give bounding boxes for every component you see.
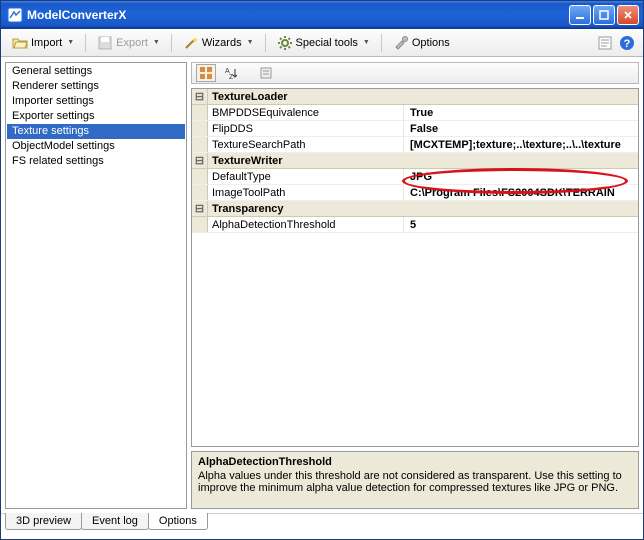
maximize-button[interactable] — [593, 5, 615, 25]
prop-value[interactable]: JPG — [404, 169, 638, 184]
page-icon[interactable] — [597, 35, 613, 51]
wand-icon — [183, 35, 199, 51]
categorized-view-button[interactable] — [196, 64, 216, 82]
sidebar-item-exporter[interactable]: Exporter settings — [7, 109, 185, 124]
special-tools-button[interactable]: Special tools ▼ — [270, 32, 377, 54]
save-icon — [97, 35, 113, 51]
chevron-down-icon: ▼ — [363, 39, 370, 46]
prop-value[interactable]: True — [404, 105, 638, 120]
tab-3d-preview[interactable]: 3D preview — [5, 513, 82, 530]
category-transparency[interactable]: ⊟ Transparency — [192, 201, 638, 217]
sidebar-item-objectmodel[interactable]: ObjectModel settings — [7, 139, 185, 154]
description-title: AlphaDetectionThreshold — [198, 456, 632, 468]
alphabetical-view-button[interactable]: A Z — [220, 64, 240, 82]
prop-value[interactable]: C:\Program Files\FS2004SDK\TERRAIN — [404, 185, 638, 200]
prop-key: TextureSearchPath — [208, 137, 404, 152]
sidebar-item-fsrelated[interactable]: FS related settings — [7, 154, 185, 169]
chevron-down-icon: ▼ — [153, 39, 160, 46]
description-body: Alpha values under this threshold are no… — [198, 470, 632, 494]
prop-key: ImageToolPath — [208, 185, 404, 200]
chevron-down-icon: ▼ — [247, 39, 254, 46]
bottom-tab-strip: 3D preview Event log Options — [1, 513, 643, 537]
chevron-down-icon: ▼ — [67, 39, 74, 46]
property-pages-button[interactable] — [256, 64, 276, 82]
prop-row[interactable]: TextureSearchPath [MCXTEMP];texture;..\t… — [192, 137, 638, 153]
tab-event-log[interactable]: Event log — [81, 513, 149, 530]
sidebar-item-renderer[interactable]: Renderer settings — [7, 79, 185, 94]
toolbar: Import ▼ Export ▼ Wizards ▼ Special tool… — [1, 29, 643, 57]
prop-row[interactable]: AlphaDetectionThreshold 5 — [192, 217, 638, 233]
app-icon — [7, 7, 23, 23]
sidebar-item-importer[interactable]: Importer settings — [7, 94, 185, 109]
prop-value[interactable]: [MCXTEMP];texture;..\texture;..\..\textu… — [404, 137, 638, 152]
svg-text:?: ? — [624, 38, 631, 50]
window-title: ModelConverterX — [27, 8, 126, 22]
property-grid-panel: A Z ⊟ TextureLoader BMPDDSEqui — [191, 62, 639, 509]
export-button[interactable]: Export ▼ — [90, 32, 167, 54]
options-button[interactable]: Options — [386, 32, 457, 54]
prop-row[interactable]: ImageToolPath C:\Program Files\FS2004SDK… — [192, 185, 638, 201]
sidebar-item-general[interactable]: General settings — [7, 64, 185, 79]
settings-category-list[interactable]: General settings Renderer settings Impor… — [5, 62, 187, 509]
gear-icon — [277, 35, 293, 51]
wizards-button[interactable]: Wizards ▼ — [176, 32, 261, 54]
collapse-icon[interactable]: ⊟ — [192, 89, 208, 104]
tools-icon — [393, 35, 409, 51]
property-description: AlphaDetectionThreshold Alpha values und… — [191, 451, 639, 509]
property-grid[interactable]: ⊟ TextureLoader BMPDDSEquivalence True F… — [191, 88, 639, 447]
import-button[interactable]: Import ▼ — [5, 32, 81, 54]
title-bar: ModelConverterX — [1, 1, 643, 29]
prop-key: BMPDDSEquivalence — [208, 105, 404, 120]
prop-row[interactable]: FlipDDS False — [192, 121, 638, 137]
category-textureloader[interactable]: ⊟ TextureLoader — [192, 89, 638, 105]
prop-key: FlipDDS — [208, 121, 404, 136]
sidebar-item-texture[interactable]: Texture settings — [7, 124, 185, 139]
prop-value[interactable]: 5 — [404, 217, 638, 232]
help-icon[interactable]: ? — [619, 35, 635, 51]
folder-open-icon — [12, 35, 28, 51]
prop-value[interactable]: False — [404, 121, 638, 136]
collapse-icon[interactable]: ⊟ — [192, 153, 208, 168]
property-grid-toolbar: A Z — [191, 62, 639, 84]
minimize-button[interactable] — [569, 5, 591, 25]
close-button[interactable] — [617, 5, 639, 25]
prop-key: DefaultType — [208, 169, 404, 184]
tab-options[interactable]: Options — [148, 513, 208, 530]
category-texturewriter[interactable]: ⊟ TextureWriter — [192, 153, 638, 169]
prop-row[interactable]: BMPDDSEquivalence True — [192, 105, 638, 121]
prop-row[interactable]: DefaultType JPG — [192, 169, 638, 185]
prop-key: AlphaDetectionThreshold — [208, 217, 404, 232]
main-content: General settings Renderer settings Impor… — [1, 57, 643, 513]
collapse-icon[interactable]: ⊟ — [192, 201, 208, 216]
